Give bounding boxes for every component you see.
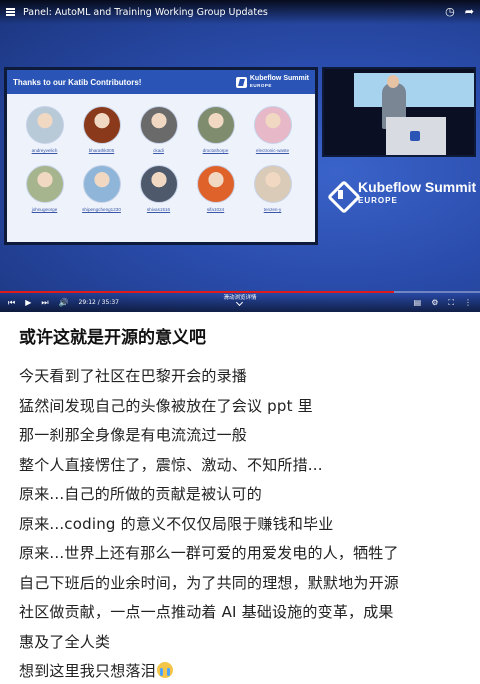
contributor-name: shipengcheng1230 [82, 207, 121, 212]
avatar [196, 106, 235, 144]
avatar [253, 106, 292, 144]
slide-logo-name: Kubeflow Summit [249, 75, 309, 82]
post-title: 或许这就是开源的意义吧 [19, 328, 206, 348]
contributor-item: shipengcheng1230 [74, 165, 129, 212]
post-line-text: 整个人直接愣住了，震惊、激动、不知所措... [19, 455, 323, 474]
summit-name: Kubeflow Summit [358, 179, 477, 195]
kubeflow-icon [235, 76, 247, 88]
avatar [139, 165, 178, 203]
contributor-name: ckadi [153, 148, 164, 153]
post-line-text: 自己下班后的业余时间，为了共同的理想，默默地为开源 [19, 573, 400, 592]
contributor-name: shivas1516 [146, 207, 171, 212]
contributor-item: shivas1516 [131, 165, 186, 212]
slide-logo-region: EUROPE [249, 83, 272, 88]
contributor-name: sifa1024 [206, 207, 225, 212]
contributor-item: tenzen-y [245, 165, 300, 212]
share-icon[interactable]: ➦ [465, 6, 474, 18]
contributor-name: tenzen-y [263, 207, 282, 212]
avatar [82, 106, 121, 144]
post-line: 自己下班后的业余时间，为了共同的理想，默默地为开源 [19, 569, 469, 599]
post-line: 猛然间发现自己的头像被放在了会议 ppt 里 [19, 392, 469, 422]
avatar [253, 165, 292, 203]
kubeflow-logo: Kubeflow Summit EUROPE [235, 75, 309, 89]
post-line-text: 原来...自己的所做的贡献是被认可的 [19, 485, 262, 503]
player-top-bar: Panel: AutoML and Training Working Group… [0, 0, 480, 24]
post-line: 整个人直接愣住了，震惊、激动、不知所措... [19, 451, 469, 481]
post-line-text: 想到这里我只想落泪 [19, 662, 156, 680]
post-line: 惠及了全人类 [19, 628, 469, 658]
video-player[interactable]: Panel: AutoML and Training Working Group… [0, 0, 480, 312]
contributor-item: sifa1024 [188, 165, 243, 212]
post-line: 原来...coding 的意义不仅仅局限于赚钱和毕业 [19, 510, 469, 540]
post-line-text: 今天看到了社区在巴黎开会的录播 [19, 367, 248, 385]
post-body: 或许这就是开源的意义吧 今天看到了社区在巴黎开会的录播猛然间发现自己的头像被放在… [19, 318, 469, 684]
contributor-item: droctothorpe [188, 106, 243, 153]
contributor-item: bharathk005 [74, 106, 129, 153]
contributor-name: bharathk005 [88, 148, 115, 153]
post-line: 想到这里我只想落泪 [19, 657, 469, 684]
post-line: 社区做贡献，一点一点推动着 AI 基础设施的变革，成果 [19, 598, 469, 628]
kubeflow-logo-icon [330, 183, 352, 205]
contributor-name: johnugeorge [31, 207, 58, 212]
podium [386, 117, 446, 155]
summit-region: EUROPE [358, 196, 398, 205]
post-paragraph: 今天看到了社区在巴黎开会的录播猛然间发现自己的头像被放在了会议 ppt 里那一刹… [19, 362, 469, 684]
contributor-name: andreyvelich [31, 148, 58, 153]
summit-logo: Kubeflow Summit EUROPE [330, 179, 477, 207]
avatar [25, 165, 64, 203]
post-line-text: 原来...coding 的意义不仅仅局限于赚钱和毕业 [19, 514, 334, 533]
post-line-text: 那一刹那全身像是有电流流过一般 [19, 426, 248, 444]
contributor-item: andreyvelich [17, 106, 72, 153]
post-line: 原来...自己的所做的贡献是被认可的 [19, 480, 469, 510]
video-title: Panel: AutoML and Training Working Group… [23, 6, 268, 18]
avatar [139, 106, 178, 144]
contributors-grid: andreyvelich bharathk005 ckadi droctothorpe… [17, 106, 299, 212]
presentation-slide: Thanks to our Katib Contributors! Kubefl… [4, 67, 318, 245]
slide-title: Thanks to our Katib Contributors! [13, 77, 142, 87]
contributor-item: electronic-waste [245, 106, 300, 153]
menu-icon[interactable] [6, 8, 15, 16]
post-line: 今天看到了社区在巴黎开会的录播 [19, 362, 469, 392]
post-line-text: 惠及了全人类 [19, 632, 111, 651]
slide-header: Thanks to our Katib Contributors! Kubefl… [7, 70, 315, 94]
clock-icon[interactable]: ◷ [445, 6, 455, 18]
avatar [25, 106, 64, 144]
contributor-name: droctothorpe [202, 148, 229, 153]
contributor-item: ckadi [131, 106, 186, 153]
post-line-text: 社区做贡献，一点一点推动着 AI 基础设施的变革，成果 [19, 603, 394, 621]
avatar [82, 165, 121, 203]
contributor-name: electronic-waste [255, 148, 290, 153]
post-line: 原来...世界上还有那么一群可爱的用爱发电的人，牺牲了 [19, 539, 469, 569]
crying-face-icon [156, 662, 173, 678]
post-line: 那一刹那全身像是有电流流过一般 [19, 421, 469, 451]
post-line-text: 原来...世界上还有那么一群可爱的用爱发电的人，牺牲了 [19, 544, 399, 562]
avatar [196, 165, 235, 203]
speaker-camera [322, 67, 476, 157]
post-line-text: 猛然间发现自己的头像被放在了会议 ppt 里 [19, 396, 313, 415]
chevron-down-icon[interactable] [237, 302, 243, 306]
contributor-item: johnugeorge [17, 165, 72, 212]
